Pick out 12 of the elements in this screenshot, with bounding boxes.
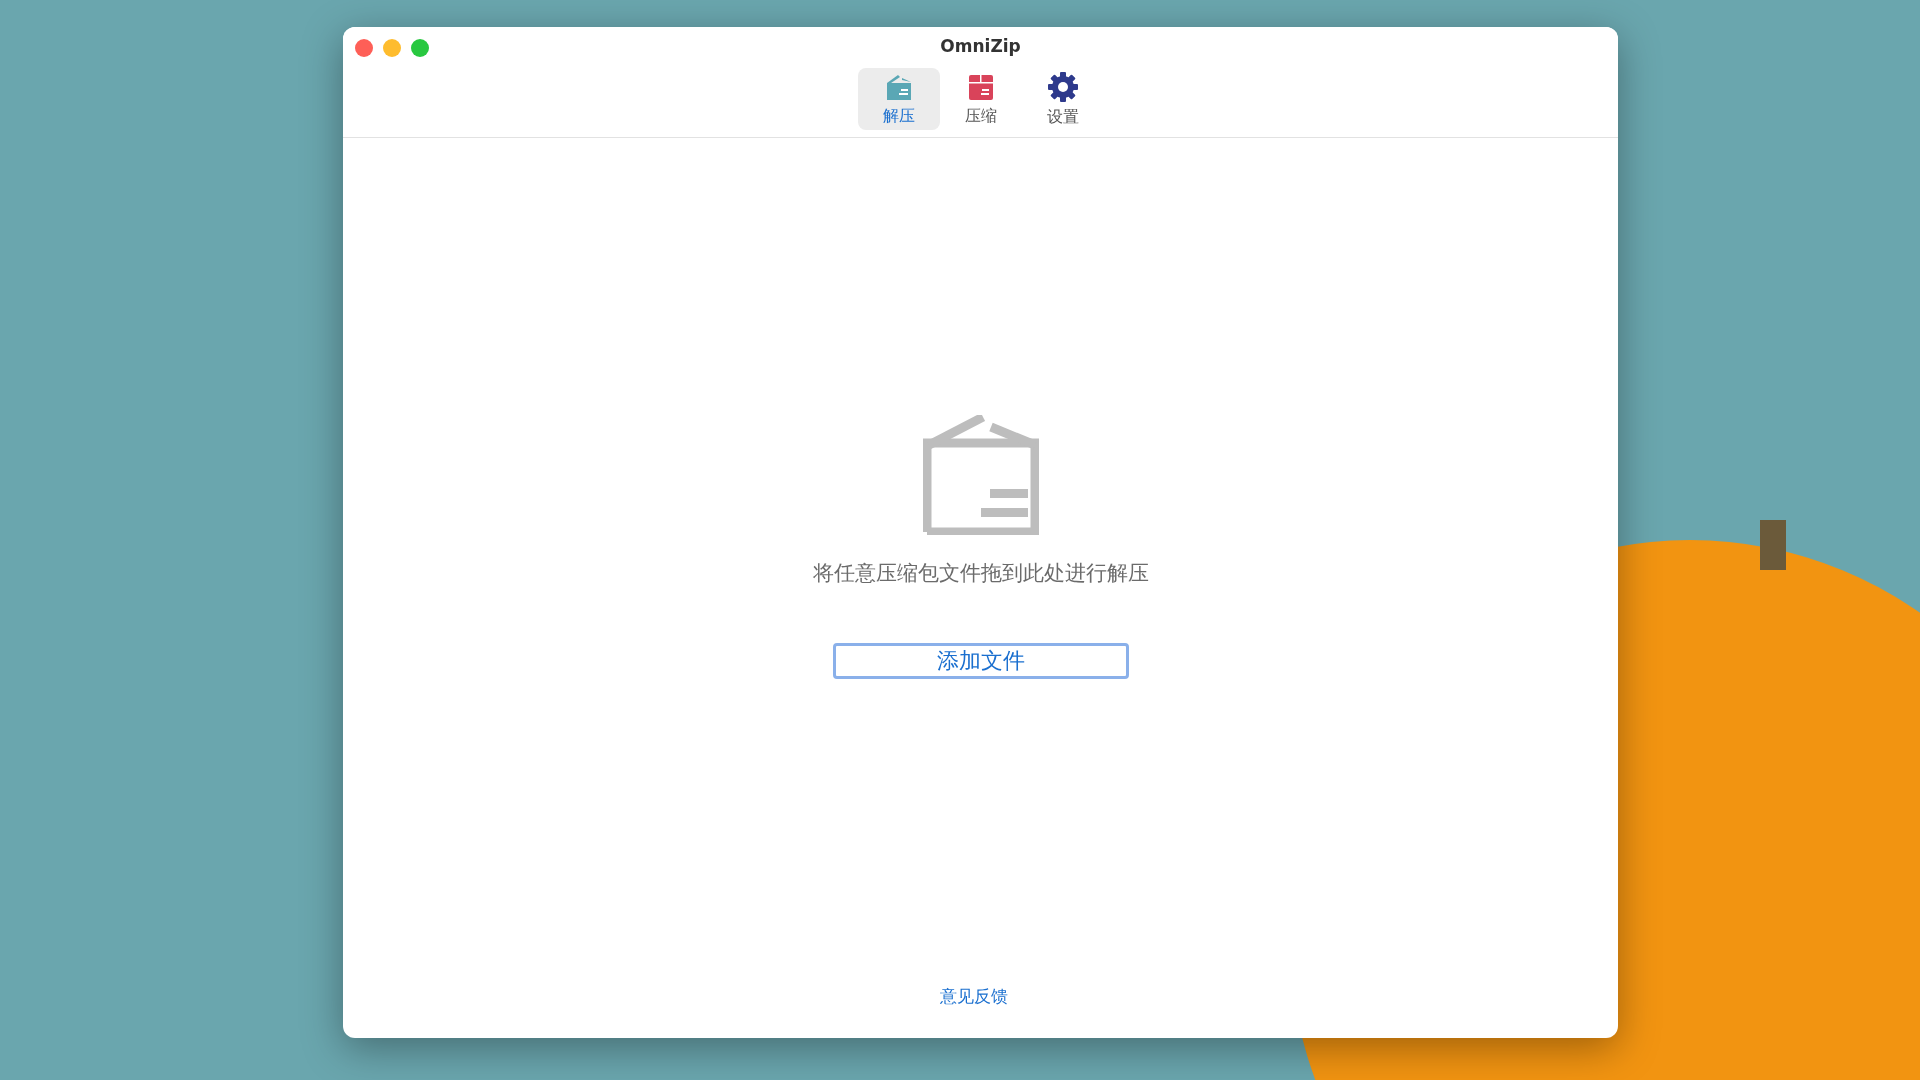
zoom-button[interactable] <box>411 39 429 57</box>
feedback-link[interactable]: 意见反馈 <box>939 985 1008 1008</box>
window-title: OmniZip <box>940 36 1021 56</box>
toolbar-tab[interactable]: 压缩 <box>939 68 1022 130</box>
add-file-button[interactable]: 添加文件 <box>832 643 1129 679</box>
drop-hint-text: 将任意压缩包文件拖到此处进行解压 <box>812 560 1149 587</box>
close-button[interactable] <box>355 39 373 57</box>
box-icon <box>922 415 1039 535</box>
toolbar-tab[interactable]: 解压 <box>857 68 940 130</box>
gear-icon <box>1046 70 1079 103</box>
minimize-button[interactable] <box>383 39 401 57</box>
toolbar-tab[interactable]: 设置 <box>1021 68 1104 130</box>
